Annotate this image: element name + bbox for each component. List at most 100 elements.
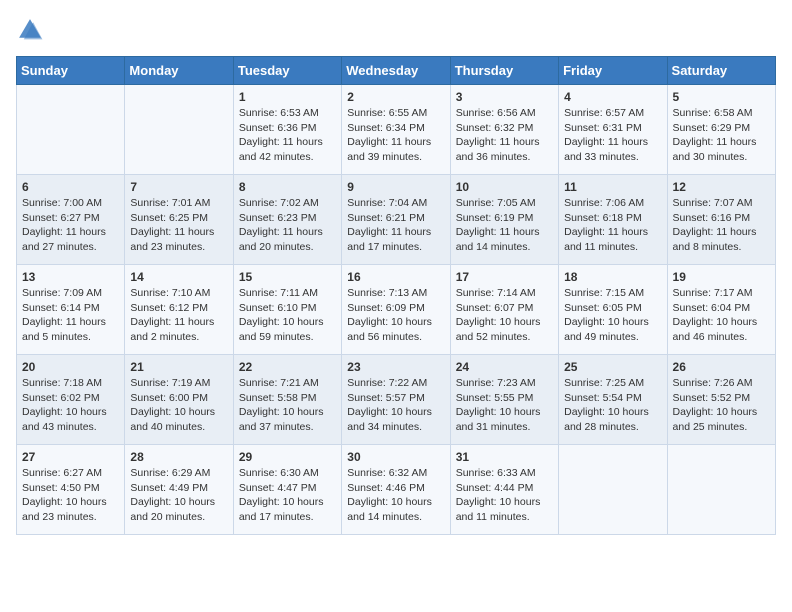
day-number: 22 (239, 360, 336, 374)
calendar-cell: 17 Sunrise: 7:14 AMSunset: 6:07 PMDayligh… (450, 265, 558, 355)
calendar-cell: 13 Sunrise: 7:09 AMSunset: 6:14 PMDayligh… (17, 265, 125, 355)
calendar-cell: 21 Sunrise: 7:19 AMSunset: 6:00 PMDayligh… (125, 355, 233, 445)
cell-info: Sunrise: 7:13 AMSunset: 6:09 PMDaylight:… (347, 286, 444, 345)
day-number: 28 (130, 450, 227, 464)
cell-info: Sunrise: 6:53 AMSunset: 6:36 PMDaylight:… (239, 106, 336, 165)
calendar-week-row: 13 Sunrise: 7:09 AMSunset: 6:14 PMDayligh… (17, 265, 776, 355)
calendar-cell: 2 Sunrise: 6:55 AMSunset: 6:34 PMDaylight… (342, 85, 450, 175)
day-number: 2 (347, 90, 444, 104)
calendar-cell: 11Sunrise: 7:06 AMSunset: 6:18 PMDayligh… (559, 175, 667, 265)
cell-info: Sunrise: 7:26 AMSunset: 5:52 PMDaylight:… (673, 376, 770, 435)
calendar-cell: 8 Sunrise: 7:02 AMSunset: 6:23 PMDaylight… (233, 175, 341, 265)
calendar-cell: 14 Sunrise: 7:10 AMSunset: 6:12 PMDayligh… (125, 265, 233, 355)
day-number: 20 (22, 360, 119, 374)
cell-info: Sunrise: 6:56 AMSunset: 6:32 PMDaylight:… (456, 106, 553, 165)
day-number: 23 (347, 360, 444, 374)
calendar-cell: 9 Sunrise: 7:04 AMSunset: 6:21 PMDaylight… (342, 175, 450, 265)
calendar-cell: 30Sunrise: 6:32 AMSunset: 4:46 PMDayligh… (342, 445, 450, 535)
column-header-friday: Friday (559, 57, 667, 85)
calendar-cell: 29 Sunrise: 6:30 AMSunset: 4:47 PMDayligh… (233, 445, 341, 535)
calendar-cell: 26 Sunrise: 7:26 AMSunset: 5:52 PMDayligh… (667, 355, 775, 445)
calendar-cell: 10 Sunrise: 7:05 AMSunset: 6:19 PMDayligh… (450, 175, 558, 265)
cell-info: Sunrise: 7:23 AMSunset: 5:55 PMDaylight:… (456, 376, 553, 435)
calendar-cell: 3 Sunrise: 6:56 AMSunset: 6:32 PMDaylight… (450, 85, 558, 175)
day-number: 27 (22, 450, 119, 464)
day-number: 9 (347, 180, 444, 194)
day-number: 10 (456, 180, 553, 194)
day-number: 21 (130, 360, 227, 374)
calendar-week-row: 27 Sunrise: 6:27 AMSunset: 4:50 PMDayligh… (17, 445, 776, 535)
calendar-cell: 12 Sunrise: 7:07 AMSunset: 6:16 PMDayligh… (667, 175, 775, 265)
cell-info: Sunrise: 7:01 AMSunset: 6:25 PMDaylight:… (130, 196, 227, 255)
calendar-cell: 5 Sunrise: 6:58 AMSunset: 6:29 PMDaylight… (667, 85, 775, 175)
calendar-cell: 20Sunrise: 7:18 AMSunset: 6:02 PMDayligh… (17, 355, 125, 445)
calendar-cell: 6 Sunrise: 7:00 AMSunset: 6:27 PMDaylight… (17, 175, 125, 265)
cell-info: Sunrise: 6:27 AMSunset: 4:50 PMDaylight:… (22, 466, 119, 525)
cell-info: Sunrise: 6:58 AMSunset: 6:29 PMDaylight:… (673, 106, 770, 165)
day-number: 30 (347, 450, 444, 464)
cell-info: Sunrise: 7:19 AMSunset: 6:00 PMDaylight:… (130, 376, 227, 435)
day-number: 3 (456, 90, 553, 104)
column-header-tuesday: Tuesday (233, 57, 341, 85)
column-header-wednesday: Wednesday (342, 57, 450, 85)
calendar-cell: 31 Sunrise: 6:33 AMSunset: 4:44 PMDayligh… (450, 445, 558, 535)
cell-info: Sunrise: 7:21 AMSunset: 5:58 PMDaylight:… (239, 376, 336, 435)
day-number: 1 (239, 90, 336, 104)
day-number: 31 (456, 450, 553, 464)
day-number: 29 (239, 450, 336, 464)
calendar-cell: 22 Sunrise: 7:21 AMSunset: 5:58 PMDayligh… (233, 355, 341, 445)
cell-info: Sunrise: 6:30 AMSunset: 4:47 PMDaylight:… (239, 466, 336, 525)
calendar-cell (125, 85, 233, 175)
calendar-cell: 27 Sunrise: 6:27 AMSunset: 4:50 PMDayligh… (17, 445, 125, 535)
cell-info: Sunrise: 7:17 AMSunset: 6:04 PMDaylight:… (673, 286, 770, 345)
day-number: 7 (130, 180, 227, 194)
logo-icon (16, 16, 44, 44)
logo (16, 16, 48, 44)
cell-info: Sunrise: 7:04 AMSunset: 6:21 PMDaylight:… (347, 196, 444, 255)
column-header-sunday: Sunday (17, 57, 125, 85)
day-number: 26 (673, 360, 770, 374)
calendar-cell: 24 Sunrise: 7:23 AMSunset: 5:55 PMDayligh… (450, 355, 558, 445)
calendar-cell: 7 Sunrise: 7:01 AMSunset: 6:25 PMDaylight… (125, 175, 233, 265)
day-number: 25 (564, 360, 661, 374)
cell-info: Sunrise: 6:57 AMSunset: 6:31 PMDaylight:… (564, 106, 661, 165)
day-number: 15 (239, 270, 336, 284)
calendar-cell: 15 Sunrise: 7:11 AMSunset: 6:10 PMDayligh… (233, 265, 341, 355)
column-header-saturday: Saturday (667, 57, 775, 85)
calendar-cell: 25Sunrise: 7:25 AMSunset: 5:54 PMDayligh… (559, 355, 667, 445)
cell-info: Sunrise: 7:09 AMSunset: 6:14 PMDaylight:… (22, 286, 119, 345)
day-number: 19 (673, 270, 770, 284)
cell-info: Sunrise: 6:33 AMSunset: 4:44 PMDaylight:… (456, 466, 553, 525)
day-number: 5 (673, 90, 770, 104)
cell-info: Sunrise: 7:11 AMSunset: 6:10 PMDaylight:… (239, 286, 336, 345)
calendar-week-row: 6 Sunrise: 7:00 AMSunset: 6:27 PMDaylight… (17, 175, 776, 265)
cell-info: Sunrise: 7:00 AMSunset: 6:27 PMDaylight:… (22, 196, 119, 255)
cell-info: Sunrise: 6:55 AMSunset: 6:34 PMDaylight:… (347, 106, 444, 165)
day-number: 12 (673, 180, 770, 194)
calendar-cell (17, 85, 125, 175)
day-number: 24 (456, 360, 553, 374)
calendar-cell (667, 445, 775, 535)
calendar-header-row: SundayMondayTuesdayWednesdayThursdayFrid… (17, 57, 776, 85)
cell-info: Sunrise: 6:29 AMSunset: 4:49 PMDaylight:… (130, 466, 227, 525)
cell-info: Sunrise: 7:14 AMSunset: 6:07 PMDaylight:… (456, 286, 553, 345)
calendar-cell: 23Sunrise: 7:22 AMSunset: 5:57 PMDayligh… (342, 355, 450, 445)
calendar-week-row: 20Sunrise: 7:18 AMSunset: 6:02 PMDayligh… (17, 355, 776, 445)
cell-info: Sunrise: 7:07 AMSunset: 6:16 PMDaylight:… (673, 196, 770, 255)
cell-info: Sunrise: 7:05 AMSunset: 6:19 PMDaylight:… (456, 196, 553, 255)
column-header-monday: Monday (125, 57, 233, 85)
cell-info: Sunrise: 7:10 AMSunset: 6:12 PMDaylight:… (130, 286, 227, 345)
calendar-cell: 1 Sunrise: 6:53 AMSunset: 6:36 PMDaylight… (233, 85, 341, 175)
calendar-cell: 4Sunrise: 6:57 AMSunset: 6:31 PMDaylight… (559, 85, 667, 175)
cell-info: Sunrise: 7:02 AMSunset: 6:23 PMDaylight:… (239, 196, 336, 255)
cell-info: Sunrise: 7:15 AMSunset: 6:05 PMDaylight:… (564, 286, 661, 345)
calendar-table: SundayMondayTuesdayWednesdayThursdayFrid… (16, 56, 776, 535)
day-number: 14 (130, 270, 227, 284)
day-number: 11 (564, 180, 661, 194)
day-number: 8 (239, 180, 336, 194)
column-header-thursday: Thursday (450, 57, 558, 85)
day-number: 13 (22, 270, 119, 284)
calendar-cell (559, 445, 667, 535)
day-number: 6 (22, 180, 119, 194)
day-number: 17 (456, 270, 553, 284)
